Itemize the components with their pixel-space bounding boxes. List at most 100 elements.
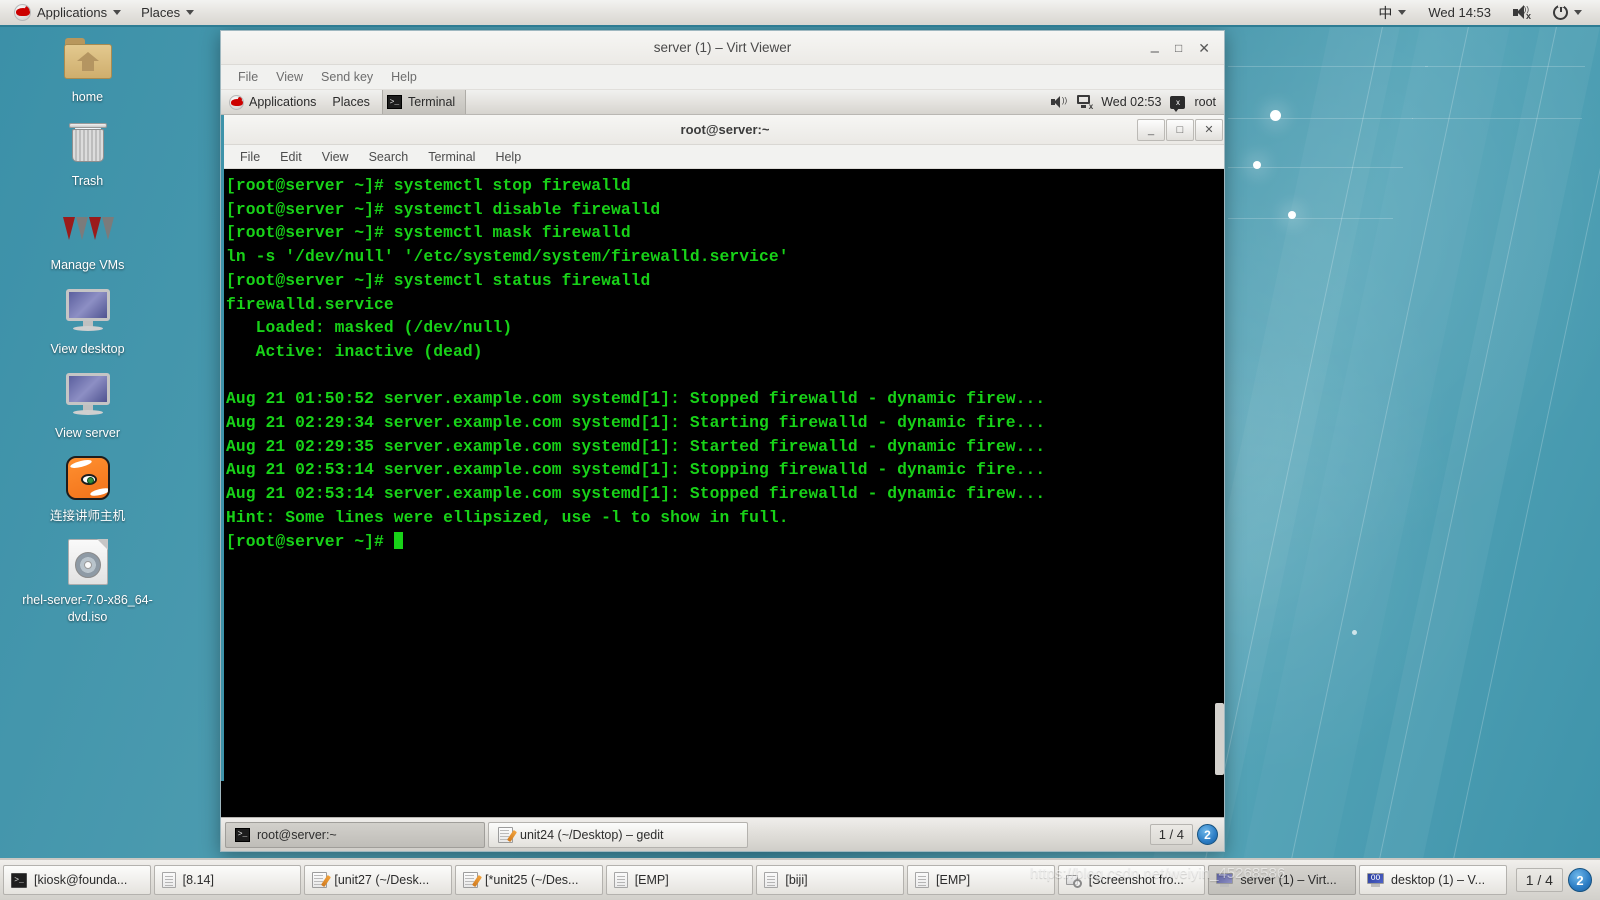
ime-label: 中 bbox=[1378, 5, 1393, 22]
host-task-emp-2[interactable]: [EMP] bbox=[907, 865, 1055, 895]
host-task-biji[interactable]: [biji] bbox=[756, 865, 905, 895]
desktop-icon-manage-vms[interactable]: Manage VMs bbox=[0, 202, 175, 274]
guest-active-window-button[interactable]: >_ Terminal bbox=[381, 90, 467, 114]
terminal-line: ln -s '/dev/null' '/etc/systemd/system/f… bbox=[226, 247, 789, 267]
desktop-icon-label: home bbox=[71, 90, 104, 104]
host-clock-label: Wed 14:53 bbox=[1428, 5, 1491, 20]
host-workspace-count: 1 / 4 bbox=[1515, 868, 1563, 892]
host-task-8-14[interactable]: [8.14] bbox=[153, 865, 302, 895]
desktop-icon-rhel-iso[interactable]: rhel-server-7.0-x86_64-dvd.iso bbox=[0, 537, 175, 626]
network-disconnected-icon[interactable]: x bbox=[1076, 95, 1093, 111]
host-task-label: [8.14] bbox=[182, 873, 214, 887]
terminal-menu-file[interactable]: File bbox=[230, 150, 270, 164]
menu-send-key[interactable]: Send key bbox=[312, 70, 382, 84]
volume-muted-button[interactable]: )) x bbox=[1503, 0, 1541, 25]
host-task-label: [unit27 (~/Desk... bbox=[334, 873, 430, 887]
host-task-kiosk-terminal[interactable]: >_ [kiosk@founda... bbox=[3, 865, 151, 895]
host-top-panel: Applications Places 中 Wed 14:53 )) x bbox=[0, 0, 1600, 27]
iso-disc-icon bbox=[67, 537, 108, 587]
host-task-desktop-virt-viewer[interactable]: desktop (1) – V... bbox=[1359, 865, 1507, 895]
terminal-cursor bbox=[393, 531, 403, 549]
guest-task-terminal[interactable]: >_ root@server:~ bbox=[225, 821, 485, 848]
terminal-body[interactable]: [root@server ~]# systemctl stop firewall… bbox=[224, 169, 1224, 781]
terminal-maximize-button[interactable]: □ bbox=[1166, 118, 1194, 141]
terminal-scrollbar[interactable] bbox=[1213, 169, 1224, 781]
virt-viewer-window[interactable]: server (1) – Virt Viewer – □ ✕ File View… bbox=[220, 30, 1225, 852]
terminal-menu-view[interactable]: View bbox=[312, 150, 359, 164]
input-method-indicator[interactable]: 中 bbox=[1368, 0, 1416, 25]
guest-places-menu[interactable]: Places bbox=[324, 90, 378, 114]
desktop-icon-label: rhel-server-7.0-x86_64-dvd.iso bbox=[22, 593, 153, 625]
terminal-titlebar[interactable]: root@server:~ _ □ ✕ bbox=[224, 115, 1224, 145]
terminal-icon: >_ bbox=[11, 872, 27, 888]
places-menu[interactable]: Places bbox=[131, 0, 204, 25]
scrollbar-thumb[interactable] bbox=[1215, 703, 1224, 775]
host-task-emp-1[interactable]: [EMP] bbox=[605, 865, 754, 895]
maximize-button[interactable]: □ bbox=[1175, 42, 1182, 54]
terminal-line: Aug 21 02:29:35 server.example.com syste… bbox=[226, 436, 1046, 456]
host-workspace-switcher[interactable]: 1 / 4 2 bbox=[1510, 868, 1597, 892]
terminal-window[interactable]: root@server:~ _ □ ✕ File Edit View Searc… bbox=[221, 115, 1224, 781]
desktop-icon-trash[interactable]: Trash bbox=[0, 118, 175, 190]
system-menu-button[interactable] bbox=[1543, 0, 1592, 25]
desktop-icon-label: View server bbox=[54, 425, 121, 440]
chevron-down-icon bbox=[113, 10, 122, 15]
virt-viewer-titlebar[interactable]: server (1) – Virt Viewer – □ ✕ bbox=[221, 31, 1224, 65]
guest-task-gedit[interactable]: unit24 (~/Desktop) – gedit bbox=[488, 821, 748, 848]
host-task-unit27[interactable]: [unit27 (~/Desk... bbox=[304, 865, 453, 895]
guest-taskbar: >_ root@server:~ unit24 (~/Desktop) – ge… bbox=[221, 817, 1224, 851]
desktop-icon-connect-instructor[interactable]: 连接讲师主机 bbox=[0, 453, 175, 525]
menu-view[interactable]: View bbox=[267, 70, 312, 84]
host-task-server-virt-viewer[interactable]: server (1) – Virt... bbox=[1208, 865, 1357, 895]
terminal-line: Aug 21 02:53:14 server.example.com syste… bbox=[226, 460, 1046, 480]
guest-workspace-switcher[interactable]: 1 / 4 2 bbox=[1149, 824, 1222, 845]
close-button[interactable]: ✕ bbox=[1198, 41, 1210, 55]
monitor-icon bbox=[64, 286, 112, 336]
host-task-label: server (1) – Virt... bbox=[1240, 873, 1337, 887]
desktop-icon-view-server[interactable]: View server bbox=[0, 370, 175, 442]
document-icon bbox=[613, 872, 628, 888]
menu-file[interactable]: File bbox=[229, 70, 267, 84]
applications-menu[interactable]: Applications bbox=[4, 0, 131, 25]
terminal-minimize-button[interactable]: _ bbox=[1137, 118, 1165, 141]
guest-panel-tray: )) x Wed 02:53 x root bbox=[1051, 95, 1224, 112]
terminal-close-button[interactable]: ✕ bbox=[1195, 118, 1223, 141]
host-workspace-badge[interactable]: 2 bbox=[1567, 868, 1592, 892]
terminal-line: [root@server ~]# systemctl stop firewall… bbox=[226, 176, 631, 195]
terminal-line: [root@server ~]# systemctl disable firew… bbox=[226, 199, 661, 219]
terminal-line: [root@server ~]# systemctl mask firewall… bbox=[226, 223, 631, 243]
terminal-title: root@server:~ bbox=[680, 122, 770, 137]
terminal-icon: >_ bbox=[386, 95, 402, 109]
applications-menu-label: Applications bbox=[37, 5, 108, 20]
guest-clock[interactable]: Wed 02:53 bbox=[1101, 95, 1161, 109]
guest-places-label: Places bbox=[332, 95, 370, 109]
terminal-output[interactable]: [root@server ~]# systemctl stop firewall… bbox=[224, 169, 1213, 781]
terminal-menu-search[interactable]: Search bbox=[359, 150, 419, 164]
document-icon bbox=[161, 872, 176, 888]
terminal-line: [root@server ~]# bbox=[226, 530, 1213, 554]
redhat-logo-icon bbox=[14, 4, 31, 21]
volume-icon[interactable]: )) bbox=[1051, 95, 1067, 109]
gedit-icon bbox=[463, 872, 479, 888]
guest-workspace-badge[interactable]: 2 bbox=[1197, 824, 1218, 845]
guest-user-label[interactable]: root bbox=[1194, 95, 1216, 109]
host-clock[interactable]: Wed 14:53 bbox=[1418, 0, 1501, 25]
desktop-icon-label: Trash bbox=[71, 173, 104, 188]
host-task-label: [Screenshot fro... bbox=[1088, 873, 1184, 887]
terminal-line: firewalld.service bbox=[226, 294, 394, 314]
desktop-icon-home[interactable]: home bbox=[0, 34, 175, 106]
home-folder-icon bbox=[63, 34, 112, 84]
guest-applications-menu[interactable]: Applications bbox=[221, 90, 324, 114]
terminal-line: Hint: Some lines were ellipsized, use -l… bbox=[226, 507, 789, 527]
terminal-menu-help[interactable]: Help bbox=[485, 150, 531, 164]
host-task-screenshot[interactable]: [Screenshot fro... bbox=[1057, 865, 1206, 895]
terminal-menu-edit[interactable]: Edit bbox=[270, 150, 312, 164]
terminal-menu-terminal[interactable]: Terminal bbox=[418, 150, 485, 164]
guest-applications-label: Applications bbox=[249, 95, 317, 109]
minimize-button[interactable]: – bbox=[1151, 44, 1159, 59]
desktop-icon-view-desktop[interactable]: View desktop bbox=[0, 286, 175, 358]
chevron-down-icon bbox=[1574, 10, 1582, 15]
host-task-unit25[interactable]: [*unit25 (~/Des... bbox=[455, 865, 603, 895]
terminal-icon: >_ bbox=[235, 827, 250, 842]
menu-help[interactable]: Help bbox=[382, 70, 426, 84]
